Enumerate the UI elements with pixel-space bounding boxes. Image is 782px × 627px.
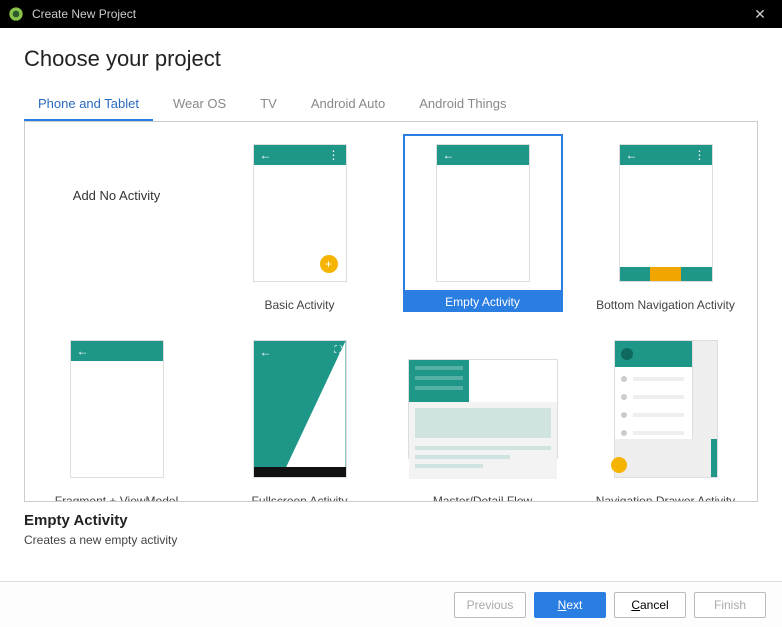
tab-wear-os[interactable]: Wear OS	[159, 88, 240, 121]
template-label: Fullscreen Activity	[251, 494, 347, 502]
close-icon[interactable]: ✕	[746, 6, 774, 23]
page-header: Choose your project	[0, 28, 782, 78]
template-label: Navigation Drawer Activity	[596, 494, 735, 502]
tab-android-things[interactable]: Android Things	[405, 88, 520, 121]
fullscreen-icon: ⛶	[335, 345, 342, 356]
selection-info: Empty Activity Creates a new empty activ…	[0, 502, 782, 547]
back-arrow-icon: ←	[626, 148, 638, 162]
back-arrow-icon: ←	[77, 344, 89, 358]
thumbnail-basic: ← ⋮ +	[253, 144, 347, 282]
tab-phone-and-tablet[interactable]: Phone and Tablet	[24, 88, 153, 121]
next-button[interactable]: Next	[534, 592, 606, 618]
thumbnail-bottomnav: ←⋮	[619, 144, 713, 282]
device-tabs: Phone and Tablet Wear OS TV Android Auto…	[24, 88, 758, 122]
android-studio-icon	[8, 6, 24, 22]
selected-template-description: Creates a new empty activity	[24, 533, 758, 547]
template-gallery[interactable]: Add No Activity Add No Activity ←⋮ + Bas…	[24, 122, 758, 502]
tab-tv[interactable]: TV	[246, 88, 291, 121]
thumbnail-master-detail	[408, 359, 558, 459]
cancel-button[interactable]: Cancel	[614, 592, 686, 618]
fab-icon: +	[320, 255, 338, 273]
overflow-menu-icon: ⋮	[694, 148, 706, 162]
selected-template-title: Empty Activity	[24, 512, 758, 529]
template-empty-activity[interactable]: ← Empty Activity Empty Activity	[391, 128, 574, 324]
previous-button[interactable]: Previous	[454, 592, 526, 618]
template-fragment-viewmodel[interactable]: ← Fragment + ViewModel	[25, 324, 208, 502]
template-master-detail-flow[interactable]: Master/Detail Flow	[391, 324, 574, 502]
template-label-selected: Empty Activity	[403, 292, 563, 312]
page-title: Choose your project	[24, 46, 758, 72]
wizard-footer: Previous Next Cancel Finish	[0, 581, 782, 627]
finish-button[interactable]: Finish	[694, 592, 766, 618]
title-bar: Create New Project ✕	[0, 0, 782, 28]
template-fullscreen-activity[interactable]: ← ⛶ Fullscreen Activity	[208, 324, 391, 502]
back-arrow-icon: ←	[260, 345, 272, 359]
thumbnail-fullscreen: ← ⛶	[253, 340, 347, 478]
template-label: Master/Detail Flow	[433, 494, 532, 502]
thumbnail-empty: ←	[436, 144, 530, 282]
template-bottom-navigation-activity[interactable]: ←⋮ Bottom Navigation Activity	[574, 128, 757, 324]
thumbnail-fragment: ←	[70, 340, 164, 478]
back-arrow-icon: ←	[260, 148, 272, 162]
window-title: Create New Project	[32, 7, 746, 21]
template-navigation-drawer-activity[interactable]: Navigation Drawer Activity	[574, 324, 757, 502]
template-label: Basic Activity	[264, 298, 334, 312]
overflow-menu-icon: ⋮	[328, 148, 340, 162]
thumbnail-none: Add No Activity	[42, 138, 192, 288]
thumbnail-navdrawer	[614, 340, 718, 478]
template-basic-activity[interactable]: ← ⋮ + Basic Activity	[208, 128, 391, 324]
template-label: Fragment + ViewModel	[55, 494, 179, 502]
tab-android-auto[interactable]: Android Auto	[297, 88, 399, 121]
template-add-no-activity[interactable]: Add No Activity Add No Activity	[25, 128, 208, 324]
back-arrow-icon: ←	[443, 148, 455, 162]
template-label: Bottom Navigation Activity	[596, 298, 735, 312]
